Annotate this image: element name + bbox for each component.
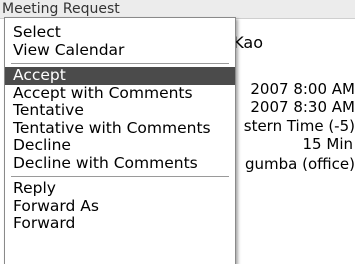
context-menu: Select View Calendar Accept Accept with … [4,17,236,264]
menu-item-tentative[interactable]: Tentative [5,101,235,120]
menu-item-accept-with-comments[interactable]: Accept with Comments [5,84,235,103]
timezone-value: stern Time (-5) [243,117,355,135]
menu-item-decline-with-comments[interactable]: Decline with Comments [5,154,235,173]
menu-item-select[interactable]: Select [5,23,235,42]
menu-separator [11,63,229,64]
menu-separator [11,176,229,177]
menu-item-forward-as[interactable]: Forward As [5,197,235,216]
start-time: 2007 8:00 AM [250,80,355,98]
reminder-value: 15 Min [302,135,353,153]
menu-item-decline[interactable]: Decline [5,136,235,155]
menu-item-view-calendar[interactable]: View Calendar [5,41,235,60]
menu-item-forward[interactable]: Forward [5,214,235,233]
menu-item-reply[interactable]: Reply [5,179,235,198]
menu-item-accept[interactable]: Accept [5,66,235,85]
location-value: gumba (office) [245,155,355,173]
menu-item-tentative-with-comments[interactable]: Tentative with Comments [5,119,235,138]
end-time: 2007 8:30 AM [250,98,355,116]
